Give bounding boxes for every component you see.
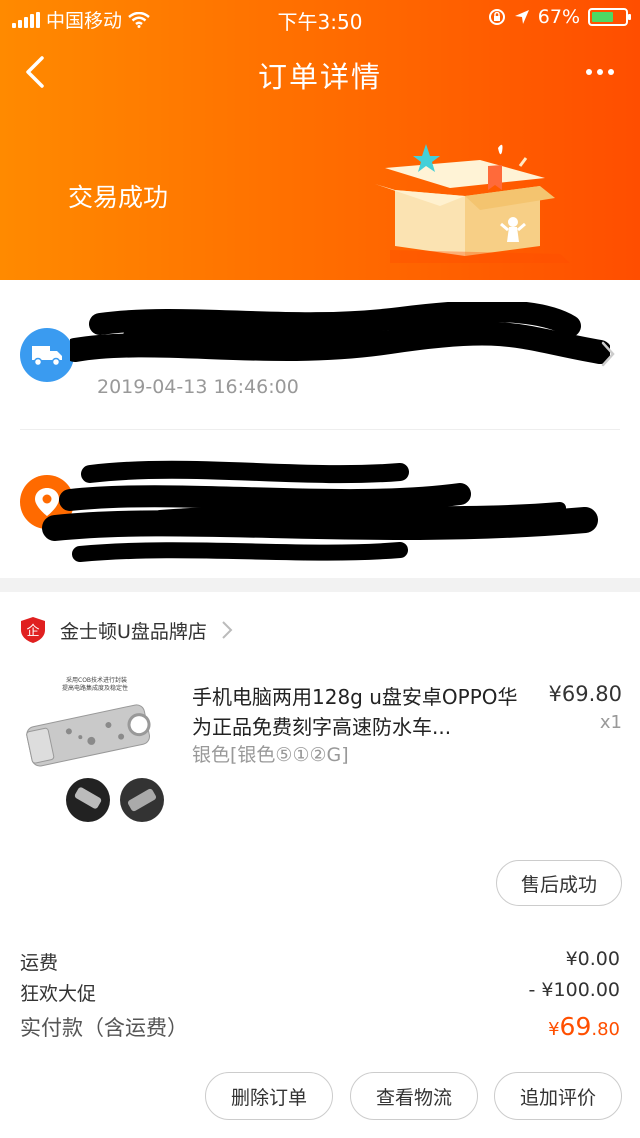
shop-name: 金士顿U盘品牌店 [60,620,207,643]
total-integer: 69 [559,1012,592,1041]
promo-value: - ¥100.00 [528,979,620,1001]
order-header: 中国移动 下午3:50 67% 订单详情 交易成功 [0,0,640,280]
promo-row: 狂欢大促 - ¥100.00 [20,979,620,1006]
trade-status-text: 交易成功 [68,183,169,212]
page-title: 订单详情 [257,60,382,94]
total-currency: ¥ [548,1019,560,1040]
aftersale-button[interactable]: 售后成功 [496,860,622,906]
bottom-action-bar: 删除订单 查看物流 追加评价 [0,1052,640,1138]
total-row: 实付款（含运费） ¥69.80 [20,1012,620,1042]
logistics-row[interactable]: 2019-04-13 16:46:00 [0,280,640,430]
usb-drive-image: 采用COB技术进行封装 提高电路集成度及稳定性 [20,674,170,824]
redacted-address-info [42,460,598,562]
shop-badge-icon: 企 [21,617,45,643]
more-button[interactable] [580,58,620,86]
battery-icon [588,8,631,26]
product-price: ¥69.80 [548,682,622,706]
status-bar: 中国移动 下午3:50 67% [0,0,640,36]
navigation-bar: 订单详情 [0,40,640,104]
more-dots-icon [586,69,592,75]
delivery-info-card: 2019-04-13 16:46:00 [0,280,640,578]
image-tagline-2: 提高电路集成度及稳定性 [62,684,128,692]
shop-badge-char: 企 [26,623,39,639]
chevron-right-icon [222,621,233,639]
order-goods-card: 企 金士顿U盘品牌店 采用COB技术进行封装 提高电路集成度及稳定性 手机电脑两… [0,592,640,1052]
address-row[interactable] [0,430,640,578]
add-review-button[interactable]: 追加评价 [494,1072,622,1120]
total-label: 实付款（含运费） [20,1016,188,1040]
product-sku: 银色[银色⑤①②G] [192,744,349,766]
logistics-time: 2019-04-13 16:46:00 [97,376,299,398]
truck-icon-circle [20,328,74,382]
shop-row[interactable]: 企 金士顿U盘品牌店 [20,610,233,650]
redacted-logistics-info [70,302,610,364]
image-tagline-1: 采用COB技术进行封装 [66,676,127,684]
location-arrow-icon [514,10,529,24]
truck-icon [32,346,62,367]
total-decimal: .80 [591,1019,620,1040]
product-quantity: x1 [599,712,622,733]
delete-order-button[interactable]: 删除订单 [205,1072,333,1120]
rotation-lock-icon [488,9,505,25]
chevron-right-icon [601,341,615,367]
shipping-fee-row: 运费 ¥0.00 [20,948,620,975]
product-image[interactable]: 采用COB技术进行封装 提高电路集成度及稳定性 [20,674,170,824]
product-title[interactable]: 手机电脑两用128g u盘安卓OPPO华为正品免费刻字高速防水车... [192,682,528,742]
battery-percent: 67% [537,6,580,28]
total-amount: ¥69.80 [548,1012,620,1042]
shipping-value: ¥0.00 [565,948,620,970]
view-logistics-button[interactable]: 查看物流 [350,1072,478,1120]
open-box-illustration [375,144,570,263]
shipping-label: 运费 [20,952,59,974]
promo-label: 狂欢大促 [20,983,97,1005]
